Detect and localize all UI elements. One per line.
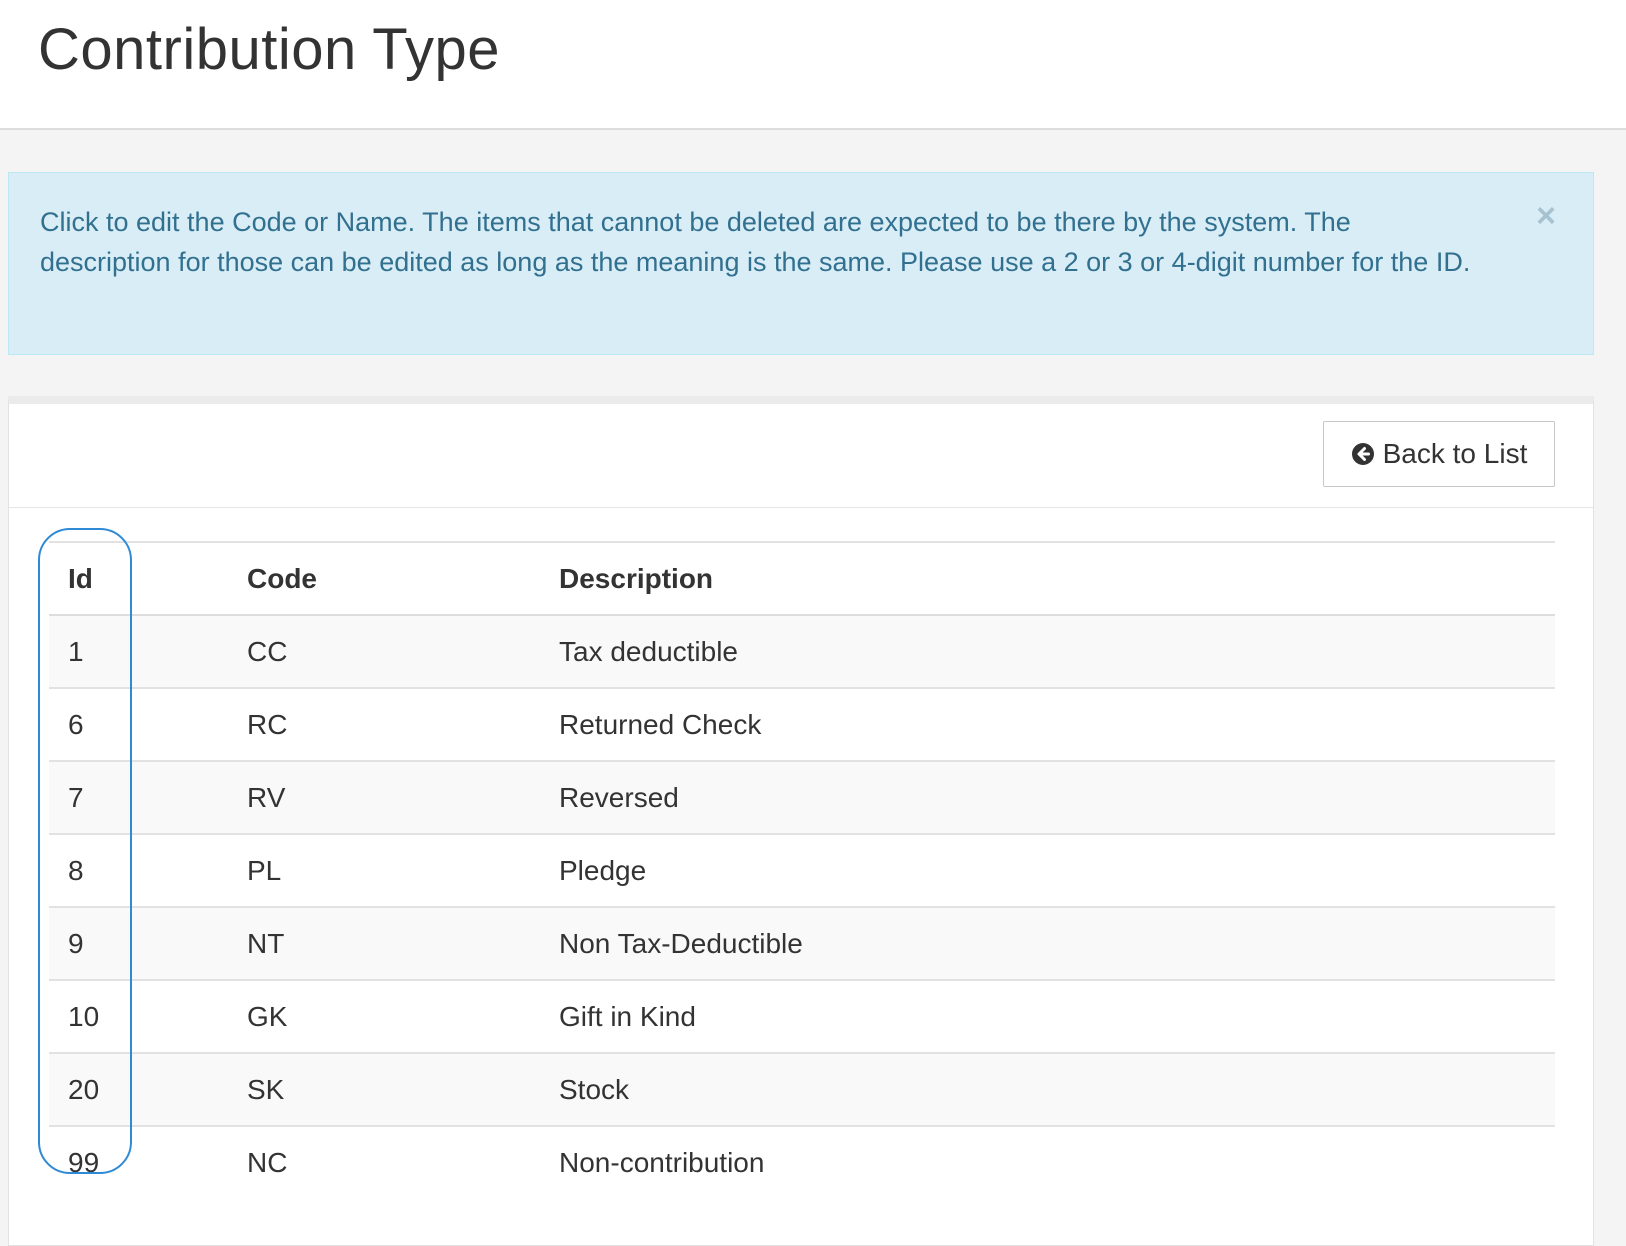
column-header-id: Id — [49, 541, 247, 616]
table-row: 1 CC Tax deductible — [49, 614, 1555, 688]
cell-description[interactable]: Non-contribution — [559, 1125, 1555, 1199]
cell-code[interactable]: CC — [247, 614, 559, 688]
cell-description[interactable]: Reversed — [559, 760, 1555, 834]
contribution-type-table-wrap: Id Code Description 1 CC Tax deductible … — [49, 541, 1555, 1199]
cell-code[interactable]: RC — [247, 687, 559, 761]
back-to-list-button[interactable]: Back to List — [1323, 421, 1555, 487]
cell-code[interactable]: NC — [247, 1125, 559, 1199]
table-row: 10 GK Gift in Kind — [49, 979, 1555, 1053]
cell-code[interactable]: RV — [247, 760, 559, 834]
page-title: Contribution Type — [38, 17, 501, 82]
column-header-code: Code — [247, 541, 559, 616]
contribution-type-table: Id Code Description 1 CC Tax deductible … — [49, 541, 1555, 1199]
table-row: 99 NC Non-contribution — [49, 1125, 1555, 1199]
cell-code[interactable]: PL — [247, 833, 559, 907]
arrow-circle-left-icon — [1351, 443, 1374, 465]
cell-id: 7 — [49, 760, 247, 834]
page-header: Contribution Type — [0, 0, 1626, 130]
content-box: Back to List Id Code Description 1 CC Ta… — [8, 396, 1594, 1246]
box-header: Back to List — [9, 404, 1593, 508]
table-row: 8 PL Pledge — [49, 833, 1555, 907]
cell-description[interactable]: Non Tax-Deductible — [559, 906, 1555, 980]
back-to-list-label: Back to List — [1382, 438, 1528, 469]
cell-id: 20 — [49, 1052, 247, 1126]
cell-id: 10 — [49, 979, 247, 1053]
info-alert: Click to edit the Code or Name. The item… — [8, 172, 1594, 355]
cell-description[interactable]: Returned Check — [559, 687, 1555, 761]
cell-id: 8 — [49, 833, 247, 907]
close-icon[interactable]: × — [1531, 199, 1561, 233]
cell-code[interactable]: NT — [247, 906, 559, 980]
cell-description[interactable]: Tax deductible — [559, 614, 1555, 688]
cell-description[interactable]: Stock — [559, 1052, 1555, 1126]
table-row: 7 RV Reversed — [49, 760, 1555, 834]
table-row: 20 SK Stock — [49, 1052, 1555, 1126]
cell-id: 1 — [49, 614, 247, 688]
cell-description[interactable]: Gift in Kind — [559, 979, 1555, 1053]
table-row: 9 NT Non Tax-Deductible — [49, 906, 1555, 980]
cell-id: 9 — [49, 906, 247, 980]
cell-code[interactable]: SK — [247, 1052, 559, 1126]
table-header-row: Id Code Description — [49, 541, 1555, 616]
cell-id: 6 — [49, 687, 247, 761]
cell-code[interactable]: GK — [247, 979, 559, 1053]
table-row: 6 RC Returned Check — [49, 687, 1555, 761]
alert-message: Click to edit the Code or Name. The item… — [40, 207, 1471, 277]
column-header-description: Description — [559, 541, 1555, 616]
cell-description[interactable]: Pledge — [559, 833, 1555, 907]
cell-id: 99 — [49, 1125, 247, 1199]
